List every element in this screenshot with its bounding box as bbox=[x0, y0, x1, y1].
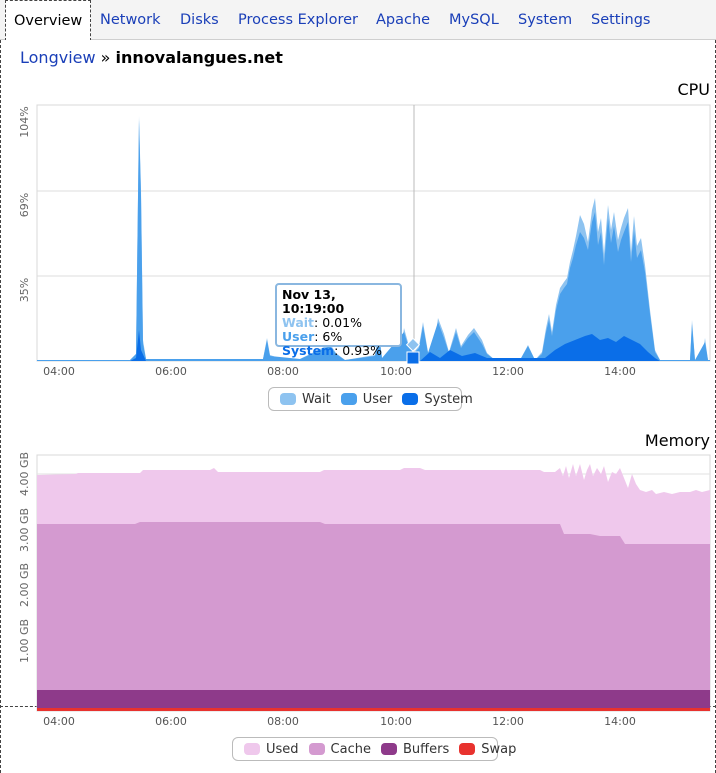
cpu-chart-title: CPU bbox=[677, 80, 710, 99]
memory-xtick-label: 14:00 bbox=[604, 715, 636, 728]
tab-mysql[interactable]: MySQL bbox=[449, 0, 499, 40]
cpu-tooltip: Nov 13, 10:19:00 Wait: 0.01% User: 6% Sy… bbox=[275, 283, 402, 358]
breadcrumb-host: innovalangues.net bbox=[115, 48, 283, 67]
tooltip-row-user: User: 6% bbox=[282, 329, 343, 344]
tab-bar: Overview Network Disks Process Explorer … bbox=[0, 0, 716, 41]
tooltip-time: Nov 13, 10:19:00 bbox=[282, 287, 345, 316]
memory-ytick-label: 2.00 GB bbox=[18, 563, 31, 607]
memory-ytick-label: 4.00 GB bbox=[18, 452, 31, 496]
memory-xtick-label: 06:00 bbox=[155, 715, 187, 728]
tab-process-explorer[interactable]: Process Explorer bbox=[238, 0, 358, 40]
legend-item-buffers[interactable]: Buffers bbox=[380, 742, 449, 757]
tab-disks[interactable]: Disks bbox=[180, 0, 219, 40]
cpu-xtick-label: 14:00 bbox=[604, 365, 636, 378]
cpu-ytick-label: 69% bbox=[18, 193, 31, 217]
memory-ytick-label: 1.00 GB bbox=[18, 619, 31, 663]
breadcrumb-longview-link[interactable]: Longview bbox=[20, 48, 96, 67]
legend-item-wait[interactable]: Wait bbox=[280, 392, 331, 407]
tab-system[interactable]: System bbox=[518, 0, 572, 40]
memory-chart-title: Memory bbox=[644, 431, 710, 450]
memory-xtick-label: 12:00 bbox=[492, 715, 524, 728]
cpu-xtick-label: 10:00 bbox=[380, 365, 412, 378]
breadcrumb: Longview » innovalangues.net bbox=[20, 48, 283, 67]
memory-xtick-label: 08:00 bbox=[267, 715, 299, 728]
legend-item-swap[interactable]: Swap bbox=[459, 742, 516, 757]
legend-item-cache[interactable]: Cache bbox=[308, 742, 371, 757]
cpu-xtick-label: 08:00 bbox=[267, 365, 299, 378]
memory-xtick-label: 10:00 bbox=[380, 715, 412, 728]
memory-ytick-label: 3.00 GB bbox=[18, 508, 31, 552]
cpu-xtick-label: 06:00 bbox=[155, 365, 187, 378]
tooltip-row-wait: Wait: 0.01% bbox=[282, 315, 362, 330]
memory-legend: Used Cache Buffers Swap bbox=[232, 737, 516, 761]
breadcrumb-separator: » bbox=[100, 48, 111, 67]
tooltip-row-system: System: 0.93% bbox=[282, 343, 382, 358]
memory-chart[interactable]: 4.00 GB 3.00 GB 2.00 GB 1.00 GB 04:00 06:00 0… bbox=[0, 450, 716, 732]
legend-item-user[interactable]: User bbox=[340, 392, 392, 407]
legend-item-used[interactable]: Used bbox=[244, 742, 299, 757]
cpu-xtick-label: 12:00 bbox=[492, 365, 524, 378]
legend-item-system[interactable]: System bbox=[402, 392, 473, 407]
tab-network[interactable]: Network bbox=[100, 0, 161, 40]
tab-apache[interactable]: Apache bbox=[376, 0, 430, 40]
tab-overview[interactable]: Overview bbox=[5, 0, 92, 41]
tab-settings[interactable]: Settings bbox=[591, 0, 650, 40]
cpu-xtick-label: 04:00 bbox=[43, 365, 75, 378]
cpu-ytick-label: 35% bbox=[18, 278, 31, 302]
cpu-ytick-label: 104% bbox=[18, 106, 31, 137]
memory-xtick-label: 04:00 bbox=[43, 715, 75, 728]
cpu-legend: Wait User System bbox=[268, 387, 473, 411]
